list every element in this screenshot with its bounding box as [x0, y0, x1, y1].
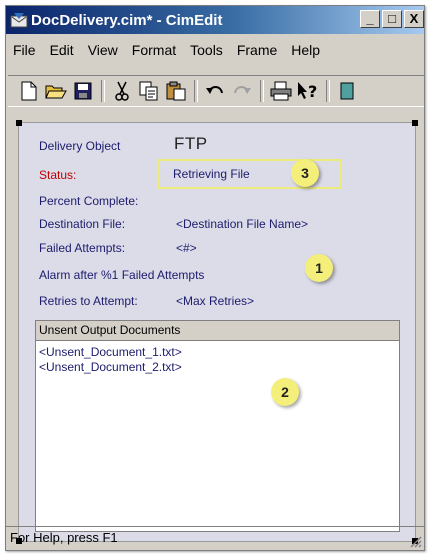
menu-frame[interactable]: Frame [230, 39, 284, 61]
toolbar-separator [326, 80, 330, 102]
alarm-text: Alarm after %1 Failed Attempts [39, 268, 205, 282]
callout-badge-2: 2 [271, 378, 299, 406]
redo-icon[interactable] [231, 80, 253, 102]
percent-complete-label: Percent Complete: [39, 194, 139, 208]
menu-file[interactable]: File [6, 39, 43, 61]
context-help-icon[interactable]: ? [297, 80, 319, 102]
delivery-object-label: Delivery Object [39, 139, 121, 153]
failed-attempts-label: Failed Attempts: [39, 241, 126, 255]
status-label: Status: [39, 168, 77, 182]
status-bar: For Help, press F1 [6, 526, 424, 550]
destination-file-value: <Destination File Name> [176, 217, 309, 231]
menu-help[interactable]: Help [284, 39, 327, 61]
menu-bar: File Edit View Format Tools Frame Help [6, 39, 327, 61]
unsent-documents-list[interactable]: Unsent Output Documents <Unsent_Document… [35, 320, 400, 532]
window-title: DocDelivery.cim* - CimEdit [31, 11, 223, 29]
more-icon[interactable] [336, 80, 358, 102]
open-folder-icon[interactable] [45, 80, 67, 102]
title-bar[interactable]: DocDelivery.cim* - CimEdit _ □ X [6, 6, 424, 34]
minimize-button[interactable]: _ [360, 10, 380, 28]
window-controls: _ □ X [360, 10, 424, 28]
toolbar-separator [194, 80, 198, 102]
toolbar-separator [260, 80, 264, 102]
resize-handle-top-left[interactable] [16, 120, 22, 126]
retries-label: Retries to Attempt: [39, 294, 138, 308]
toolbar: ? [8, 75, 424, 107]
callout-badge-3: 3 [291, 159, 319, 187]
close-button[interactable]: X [404, 10, 424, 28]
app-icon [10, 13, 28, 28]
print-icon[interactable] [270, 80, 292, 102]
cimedit-window: DocDelivery.cim* - CimEdit _ □ X File Ed… [5, 5, 425, 551]
destination-file-label: Destination File: [39, 217, 126, 231]
status-value: Retrieving File [173, 167, 250, 181]
toolbar-separator [101, 80, 105, 102]
undo-icon[interactable] [204, 80, 226, 102]
copy-icon[interactable] [138, 80, 160, 102]
cut-icon[interactable] [111, 80, 133, 102]
save-icon[interactable] [72, 80, 94, 102]
form-canvas: Delivery Object FTP Status: Retrieving F… [16, 120, 418, 544]
menu-format[interactable]: Format [125, 39, 183, 61]
status-bar-text: For Help, press F1 [10, 530, 118, 545]
list-header: Unsent Output Documents [36, 321, 399, 341]
resize-handle-top-right[interactable] [412, 120, 418, 126]
new-document-icon[interactable] [18, 80, 40, 102]
menu-view[interactable]: View [81, 39, 125, 61]
list-item[interactable]: <Unsent_Document_2.txt> [36, 360, 399, 375]
retries-value: <Max Retries> [176, 294, 255, 308]
failed-attempts-value: <#> [176, 241, 197, 255]
callout-badge-1: 1 [305, 254, 333, 282]
delivery-object-value: FTP [174, 134, 208, 153]
maximize-button[interactable]: □ [382, 10, 402, 28]
resize-grip-icon[interactable] [408, 534, 422, 548]
svg-text:?: ? [308, 82, 317, 101]
paste-icon[interactable] [165, 80, 187, 102]
menu-tools[interactable]: Tools [183, 39, 230, 61]
menu-edit[interactable]: Edit [43, 39, 81, 61]
list-item[interactable]: <Unsent_Document_1.txt> [36, 345, 399, 360]
